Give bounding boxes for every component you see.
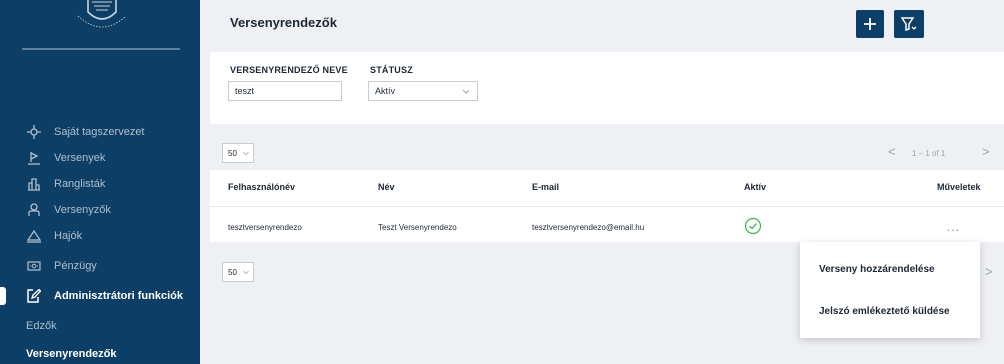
prev-page-button[interactable]: < (888, 144, 896, 159)
filter-icon (901, 17, 917, 31)
header-divider (210, 206, 1004, 207)
sidebar-item-adminisztratori-funkciok[interactable]: Adminisztrátori funkciók (0, 284, 200, 308)
page-size-select[interactable]: 50 (222, 143, 254, 163)
name-filter-label: VERSENYRENDEZŐ NEVE (230, 65, 348, 75)
data-table: Felhasználónév Név E-mail Aktív Művelete… (210, 170, 1004, 242)
page-size-value: 50 (228, 267, 237, 277)
cell-username: tesztversenyrendezo (228, 223, 302, 232)
active-check-icon (744, 217, 762, 235)
cell-email: tesztversenyrendezo@email.hu (532, 223, 645, 232)
sidebar-item-label: Ranglisták (54, 178, 106, 190)
cell-name: Teszt Versenyrendezo (378, 223, 457, 232)
sidebar-item-penzugy[interactable]: Pénzügy (0, 254, 200, 278)
page-size-select[interactable]: 50 (222, 262, 254, 282)
row-actions-menu: Verseny hozzárendelése Jelszó emlékeztet… (800, 242, 980, 338)
sidebar-item-sajat-tagszervezet[interactable]: Saját tagszervezet (0, 120, 200, 144)
sidebar-item-hajok[interactable]: Hajók (0, 224, 200, 248)
menu-item-send-password-reminder[interactable]: Jelszó emlékeztető küldése (819, 306, 950, 317)
sidebar-subitem-versenyrendezok[interactable]: Versenyrendezők (26, 348, 117, 360)
sidebar-item-label: Adminisztrátori funkciók (54, 290, 183, 302)
next-page-button[interactable]: > (982, 144, 990, 159)
sidebar-divider (22, 48, 180, 50)
chevron-down-icon (462, 89, 470, 94)
column-header: Műveletek (937, 182, 981, 192)
filter-button[interactable] (894, 10, 924, 38)
page-header: Versenyrendezők (200, 0, 1004, 44)
column-header[interactable]: Név (378, 182, 395, 192)
sidebar-item-label: Versenyek (54, 152, 106, 164)
sidebar-item-label: Pénzügy (54, 260, 97, 272)
chevron-down-icon (243, 270, 249, 275)
wallet-icon (26, 258, 42, 274)
sidebar-item-versenyek[interactable]: Versenyek (0, 146, 200, 170)
column-header[interactable]: Aktív (744, 182, 766, 192)
status-select[interactable]: Aktív (368, 81, 478, 101)
name-filter-value: teszt (235, 86, 255, 96)
sidebar: Saját tagszervezet Versenyek Ranglisták … (0, 0, 200, 364)
row-actions-button[interactable]: ... (947, 220, 960, 234)
edit-icon (26, 288, 42, 304)
next-page-button[interactable]: > (985, 264, 993, 279)
sidebar-subitem-edzok[interactable]: Edzők (26, 320, 57, 332)
add-button[interactable] (856, 10, 884, 38)
sidebar-item-label: Saját tagszervezet (54, 126, 145, 138)
sidebar-item-ranglistak[interactable]: Ranglisták (0, 172, 200, 196)
bar-chart-icon (26, 176, 42, 192)
filter-panel: VERSENYRENDEZŐ NEVE teszt STÁTUSZ Aktív (210, 52, 1004, 124)
club-crest-logo (77, 0, 127, 28)
name-filter-input[interactable]: teszt (228, 81, 342, 101)
page-title: Versenyrendezők (230, 15, 337, 30)
page-range: 1 – 1 of 1 (912, 149, 946, 158)
chevron-down-icon (243, 151, 249, 156)
person-icon (26, 202, 42, 218)
crosshair-icon (26, 124, 42, 140)
status-select-value: Aktív (375, 86, 396, 96)
sidebar-item-label: Hajók (54, 230, 83, 242)
sidebar-item-label: Versenyzők (54, 204, 111, 216)
boat-icon (26, 228, 42, 244)
column-header[interactable]: E-mail (532, 182, 559, 192)
page-size-value: 50 (228, 148, 237, 158)
column-header[interactable]: Felhasználónév (228, 182, 295, 192)
menu-item-assign-competition[interactable]: Verseny hozzárendelése (819, 264, 935, 275)
status-filter-label: STÁTUSZ (370, 65, 413, 75)
flag-icon (26, 150, 42, 166)
sidebar-item-versenyzok[interactable]: Versenyzők (0, 198, 200, 222)
pagination-top: 50 < 1 – 1 of 1 > (210, 138, 1004, 170)
plus-icon (864, 18, 876, 30)
